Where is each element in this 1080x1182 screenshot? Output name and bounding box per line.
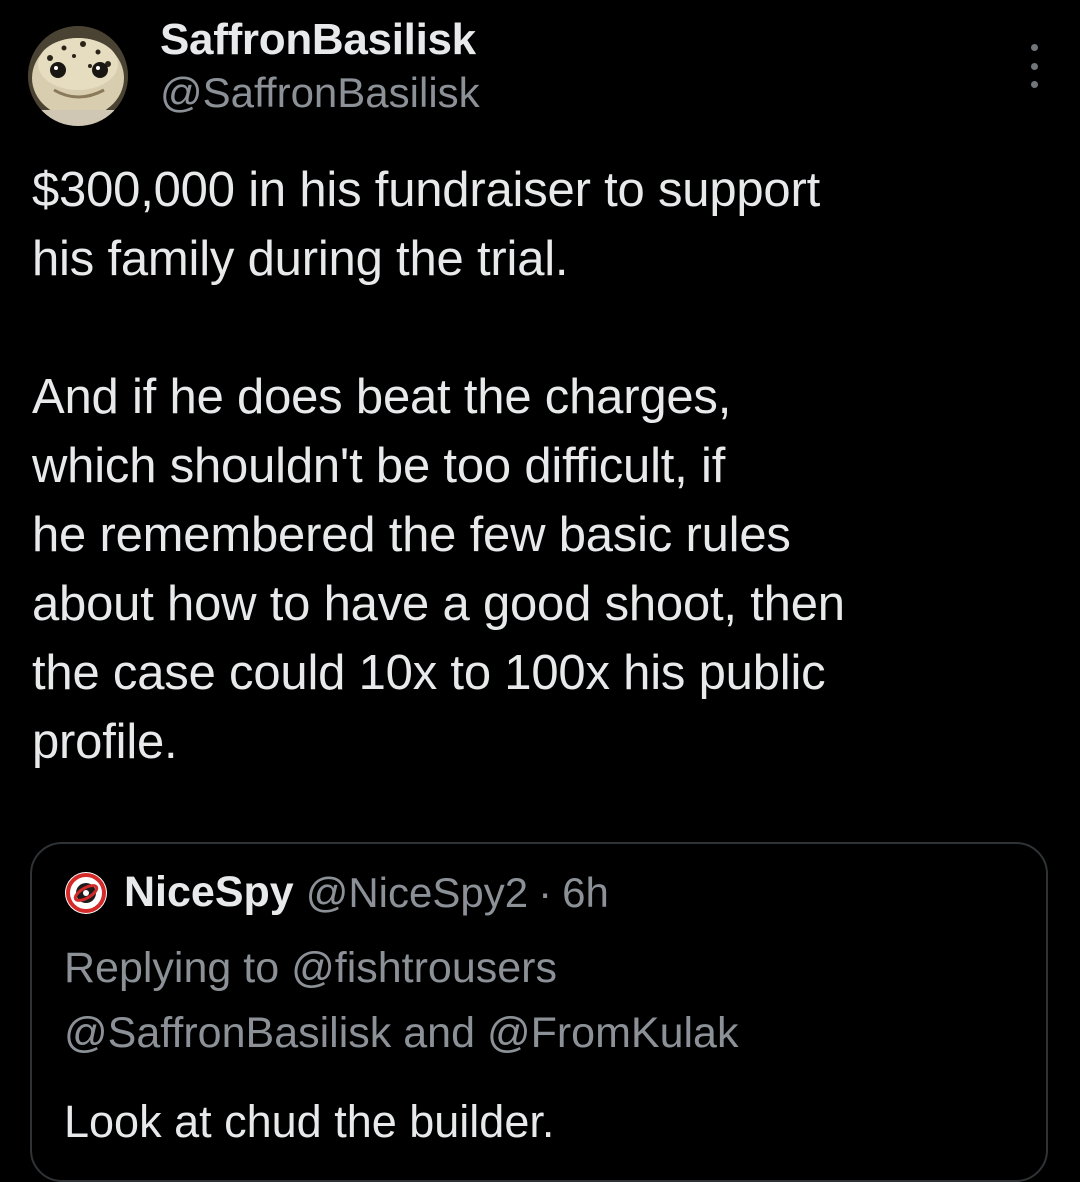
author-display-name[interactable]: SaffronBasilisk [160,14,480,66]
author-handle[interactable]: @SaffronBasilisk [160,68,480,118]
quoted-tweet-card[interactable]: NiceSpy @NiceSpy2 · 6h Replying to @fish… [30,842,1048,1182]
gecko-avatar-icon[interactable] [28,26,128,126]
tweet-paragraph: $300,000 in his fundraiser to support hi… [32,163,821,286]
author-block: SaffronBasilisk @SaffronBasilisk [160,14,480,118]
replying-to-line: Replying to @fishtrousers @SaffronBasili… [64,936,1024,1066]
quoted-tweet-header: NiceSpy @NiceSpy2 · 6h [64,868,609,917]
mention-link[interactable]: @FromKulak [487,1009,739,1057]
tweet-paragraph: And if he does beat the charges, which s… [32,370,845,769]
quoted-handle[interactable]: @NiceSpy2 [306,869,528,917]
more-dot [1030,81,1038,88]
more-dot [1030,62,1038,70]
separator-dot: · [538,868,553,916]
more-vertical-icon[interactable] [1022,44,1046,88]
more-dot [1030,44,1038,51]
tweet-text: $300,000 in his fundraiser to support hi… [32,156,1042,777]
quoted-tweet-text: Look at chud the builder. [64,1096,555,1147]
mention-link[interactable]: @SaffronBasilisk [64,1009,391,1057]
mention-conjunction: and [403,1009,475,1057]
replying-prefix: Replying to [64,944,280,992]
mention-link[interactable]: @fishtrousers [291,944,557,992]
tweet: SaffronBasilisk @SaffronBasilisk $300,00… [0,0,1080,1182]
quoted-timestamp[interactable]: 6h [562,869,609,917]
red-target-avatar-icon[interactable] [64,871,108,915]
quoted-display-name[interactable]: NiceSpy [124,868,294,917]
